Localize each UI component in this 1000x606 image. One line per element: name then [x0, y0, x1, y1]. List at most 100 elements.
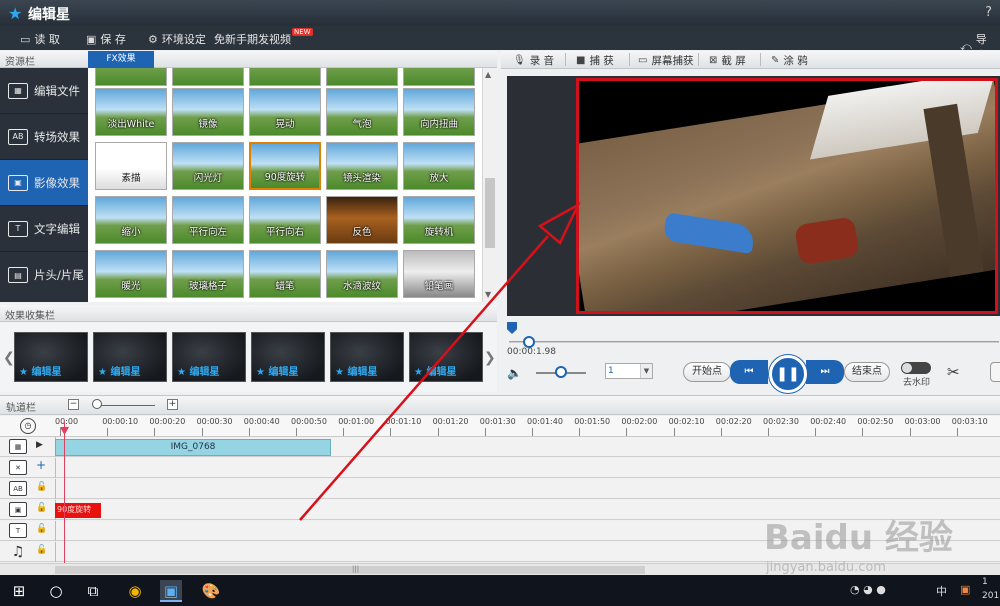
volume-knob[interactable] [555, 366, 567, 378]
screenshot-button[interactable]: ⊠ 截 屏 [709, 53, 746, 68]
capture-button[interactable]: ■ 捕 获 [576, 53, 614, 68]
fx-thumbnail[interactable]: 暖光 [95, 250, 167, 298]
fx-thumbnail[interactable]: 向内扭曲 [403, 88, 475, 136]
fx-thumbnail[interactable]: 素描 [95, 142, 167, 190]
start-marker[interactable] [507, 322, 517, 334]
time-ruler[interactable]: ◷ 00:00 00:00:10 00:00:20 00:00:30 00:00:40 0… [0, 416, 1000, 437]
add-icon[interactable]: + [36, 458, 46, 472]
collected-effect-thumbnail[interactable]: ★ 编辑星 [14, 332, 88, 382]
collection-left-arrow-icon[interactable]: ❮ [3, 350, 15, 366]
fx-thumbnail-partial[interactable] [95, 68, 167, 86]
search-circle-icon[interactable]: ○ [45, 580, 67, 602]
fx-thumbnail[interactable]: 90度旋转 [249, 142, 321, 190]
sidebar-item-image-effect[interactable]: ▣ 影像效果 [0, 160, 88, 206]
free-publish-menu[interactable]: 免新手期发视频 [214, 31, 291, 47]
fx-thumbnail[interactable]: 闪光灯 [172, 142, 244, 190]
seek-bar[interactable] [507, 322, 1000, 348]
collected-effect-thumbnail[interactable]: ★ 编辑星 [251, 332, 325, 382]
sidebar-item-edit-file[interactable]: ▦ 编辑文件 [0, 68, 88, 114]
fx-thumbnail-partial[interactable] [172, 68, 244, 86]
fx-thumbnail[interactable]: 平行向左 [172, 196, 244, 244]
tray-icons[interactable]: ◔ ◕ ● [850, 583, 886, 596]
clock-time[interactable]: 1 [982, 577, 988, 587]
screen-capture-button[interactable]: ▭ 屏幕捕获 [638, 53, 693, 68]
chrome-icon[interactable]: ◉ [124, 580, 146, 602]
zoom-slider[interactable] [99, 405, 155, 406]
env-settings-menu[interactable]: ⚙ 环境设定 [148, 31, 206, 47]
next-button[interactable]: ⏭ [806, 360, 844, 384]
scroll-up-arrow-icon[interactable]: ▲ [485, 70, 491, 79]
previous-button[interactable]: ⏮ [730, 360, 768, 384]
zoom-in-button[interactable]: + [167, 399, 178, 410]
scissors-icon[interactable]: ✂ [947, 363, 960, 381]
pause-button[interactable]: ❚❚ [769, 355, 807, 393]
fx-thumbnail-label: 镜头渲染 [342, 173, 381, 184]
music-note-icon: ♫ [11, 543, 25, 560]
end-point-button[interactable]: 结束点 [844, 362, 890, 382]
read-menu[interactable]: ▭ 读 取 [20, 31, 60, 47]
lock-icon[interactable]: 🔓 [36, 524, 47, 534]
chevron-down-icon[interactable]: ▼ [640, 364, 652, 378]
fx-thumbnail[interactable]: 平行向右 [249, 196, 321, 244]
playhead[interactable] [64, 422, 65, 574]
fx-thumbnail[interactable]: 玻璃格子 [172, 250, 244, 298]
collected-effect-thumbnail[interactable]: ★ 编辑星 [330, 332, 404, 382]
fx-thumbnail-partial[interactable] [249, 68, 321, 86]
tab-fx-effects[interactable]: FX效果 [88, 51, 154, 68]
fx-thumbnail[interactable]: 镜头渲染 [326, 142, 398, 190]
paint-app-icon[interactable]: 🎨 [200, 580, 222, 602]
fx-thumbnail[interactable]: 气泡 [326, 88, 398, 136]
fx-thumbnail[interactable]: 水滴波纹 [326, 250, 398, 298]
preview-canvas [576, 78, 998, 314]
fx-thumbnail[interactable]: 淡出White [95, 88, 167, 136]
zoom-out-button[interactable]: − [68, 399, 79, 410]
ruler-tick [532, 428, 533, 436]
ruler-tick [154, 428, 156, 436]
paint-button[interactable]: ✎ 涂 鸦 [771, 53, 808, 68]
sidebar-item-text-edit[interactable]: T 文字编辑 [0, 206, 88, 252]
clock-date[interactable]: 201 [982, 591, 999, 601]
extra-button[interactable] [990, 362, 1000, 382]
fx-thumbnail-label: 向内扭曲 [419, 119, 458, 130]
fx-thumbnail[interactable]: 缩小 [95, 196, 167, 244]
sidebar-item-title-credits[interactable]: ▤ 片头/片尾 [0, 252, 88, 298]
scroll-down-arrow-icon[interactable]: ▼ [485, 290, 491, 299]
fx-thumbnail[interactable]: 放大 [403, 142, 475, 190]
collected-effect-thumbnail[interactable]: ★ 编辑星 [172, 332, 246, 382]
input-language[interactable]: 中 [936, 583, 947, 599]
seek-track[interactable] [509, 341, 999, 343]
fx-grid-scrollbar[interactable]: ▲ ▼ [482, 68, 497, 302]
fx-clip[interactable]: 90度旋转 [55, 503, 101, 518]
fx-thumbnail-partial[interactable] [403, 68, 475, 86]
lock-icon[interactable]: 🔓 [36, 482, 47, 492]
save-menu[interactable]: ▣ 保 存 [86, 31, 126, 47]
record-audio-button[interactable]: 🎙 录 音 [513, 53, 554, 68]
scrollbar-thumb[interactable] [485, 178, 495, 248]
sidebar-item-transition[interactable]: AB 转场效果 [0, 114, 88, 160]
start-point-button[interactable]: 开始点 [683, 362, 731, 382]
collected-effect-thumbnail[interactable]: ★ 编辑星 [93, 332, 167, 382]
video-clip[interactable]: IMG_0768 [55, 439, 331, 456]
fx-thumbnail[interactable]: 反色 [326, 196, 398, 244]
speed-select[interactable]: 1 ▼ [605, 363, 653, 379]
lock-icon[interactable]: 🔓 [36, 503, 47, 513]
collected-effect-thumbnail[interactable]: ★ 编辑星 [409, 332, 483, 382]
remove-watermark-toggle[interactable] [901, 362, 931, 374]
fx-thumbnail-partial[interactable] [326, 68, 398, 86]
lock-icon[interactable]: 🔓 [36, 545, 47, 555]
fx-thumbnail[interactable]: 蜡笔 [249, 250, 321, 298]
collection-right-arrow-icon[interactable]: ❯ [484, 350, 496, 366]
windows-start-icon[interactable]: ⊞ [8, 580, 30, 602]
editor-app-icon[interactable]: ▣ [160, 580, 182, 602]
help-button[interactable]: ? [985, 5, 992, 20]
task-view-icon[interactable]: ⧉ [82, 580, 104, 602]
fx-thumbnail[interactable]: 镜像 [172, 88, 244, 136]
timeline-scrollbar-thumb[interactable] [55, 566, 645, 574]
volume-icon[interactable]: 🔈 [507, 366, 522, 380]
zoom-knob[interactable] [92, 399, 102, 409]
fx-thumbnail[interactable]: 晃动 [249, 88, 321, 136]
play-triangle-icon[interactable]: ▶ [36, 440, 43, 450]
tray-app-icon[interactable]: ▣ [960, 583, 970, 596]
fx-thumbnail[interactable]: 旋转机 [403, 196, 475, 244]
fx-thumbnail[interactable]: 铅笔画 [403, 250, 475, 298]
